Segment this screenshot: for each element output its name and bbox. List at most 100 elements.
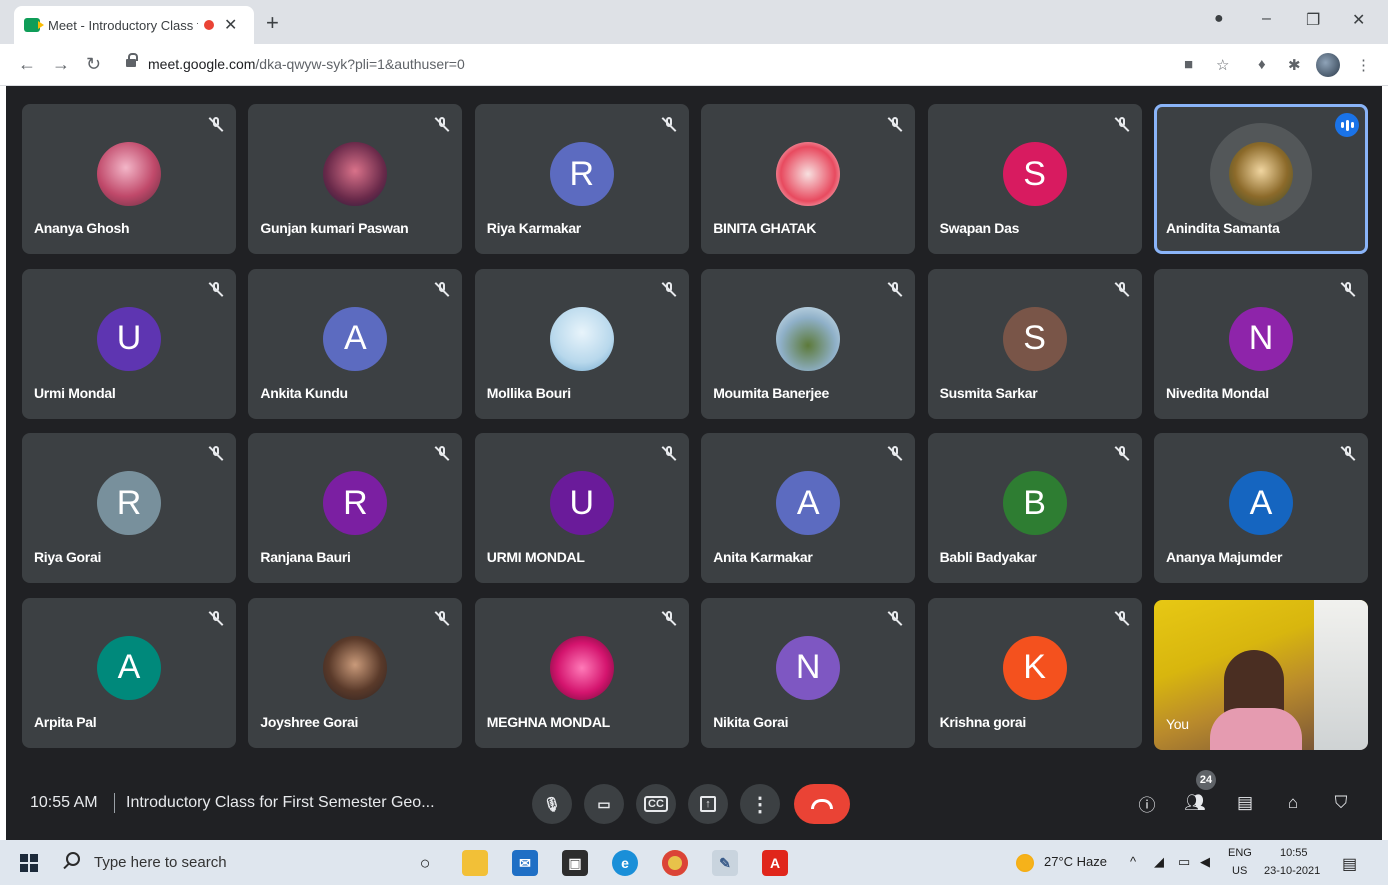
meeting-clock: 10:55 AM — [30, 794, 98, 811]
participant-initial-avatar: S — [1002, 306, 1067, 371]
participant-name: Krishna gorai — [939, 713, 1027, 730]
participant-tile[interactable]: K Krishna gorai — [927, 597, 1142, 748]
participant-tile[interactable]: R Riya Gorai — [22, 433, 236, 583]
meeting-details-info-icon[interactable]: ⓘ — [1134, 790, 1160, 816]
taskbar-date[interactable]: 23-10-2021 — [1264, 865, 1320, 877]
participant-tile[interactable]: U URMI MONDAL — [474, 433, 689, 583]
extensions-puzzle-icon[interactable]: ✱ — [1288, 56, 1301, 74]
participant-tile[interactable]: R Ranjana Bauri — [248, 433, 463, 583]
participant-tile[interactable]: B Babli Badyakar — [927, 433, 1142, 583]
participant-photo-avatar — [97, 142, 161, 206]
notifications-icon[interactable]: ▤ — [1342, 854, 1357, 874]
muted-microphone-icon — [1340, 445, 1356, 461]
camera-button[interactable]: ▭ — [584, 784, 624, 824]
taskbar-time[interactable]: 10:55 — [1280, 847, 1308, 859]
store-icon[interactable]: ▣ — [562, 850, 588, 876]
captions-button[interactable]: CC — [636, 784, 676, 824]
meet-control-bar: 10:55 AM Introductory Class for First Se… — [6, 766, 1382, 840]
taskbar-search-input[interactable]: Type here to search — [94, 854, 227, 871]
maximize-button[interactable]: ❐ — [1306, 10, 1320, 30]
participant-tile[interactable]: N Nikita Gorai — [701, 597, 916, 748]
camera-icon: ▭ — [597, 795, 611, 812]
close-window-button[interactable]: ✕ — [1352, 10, 1365, 30]
activities-icon[interactable]: ⌂ — [1280, 790, 1306, 816]
self-video-tile[interactable]: You — [1154, 600, 1368, 750]
more-options-button[interactable]: ⋮ — [740, 784, 780, 824]
participant-tile[interactable]: N Nivedita Mondal — [1154, 268, 1368, 419]
participant-tile[interactable]: A Ankita Kundu — [248, 268, 463, 419]
participant-tile[interactable]: R Riya Karmakar — [474, 104, 689, 254]
participant-tile[interactable]: BINITA GHATAK — [701, 104, 916, 254]
chat-icon[interactable]: ▤ — [1232, 790, 1258, 816]
browser-tab[interactable]: Meet - Introductory Class fo ✕ — [14, 6, 254, 44]
url-field[interactable]: meet.google.com/dka-qwyw-syk?pli=1&authu… — [148, 56, 465, 72]
participant-tile[interactable]: Anindita Samanta — [1154, 104, 1368, 254]
participant-tile[interactable]: Ananya Ghosh — [22, 104, 236, 254]
participant-tile[interactable]: S Susmita Sarkar — [927, 268, 1142, 419]
profile-menu-icon[interactable]: ● — [1214, 10, 1224, 28]
camera-indicator-icon[interactable]: ■ — [1184, 56, 1193, 73]
muted-microphone-icon — [1114, 116, 1130, 132]
microphone-button[interactable]: 🎙︎ — [532, 784, 572, 824]
profile-avatar[interactable] — [1316, 53, 1340, 77]
address-bar: ← → ↻ meet.google.com/dka-qwyw-syk?pli=1… — [0, 44, 1388, 86]
windows-start-icon[interactable] — [20, 854, 38, 872]
windows-taskbar: Type here to search ○ ✉ ▣ e ✎ A 27°C Haz… — [0, 840, 1388, 885]
bookmark-star-icon[interactable]: ☆ — [1216, 56, 1229, 74]
mail-icon[interactable]: ✉ — [512, 850, 538, 876]
browser-menu-icon[interactable]: ⋮ — [1356, 56, 1371, 74]
present-screen-button[interactable]: ↑ — [688, 784, 728, 824]
paint-app-icon[interactable]: ✎ — [712, 850, 738, 876]
language-region[interactable]: US — [1232, 865, 1247, 877]
participant-initial-avatar: A — [97, 635, 161, 700]
host-controls-shield-icon[interactable]: ⛉ — [1328, 790, 1354, 816]
people-icon[interactable]: 👥︎ — [1182, 790, 1208, 816]
back-arrow-icon[interactable]: ← — [18, 54, 36, 75]
participant-tile[interactable]: A Anita Karmakar — [701, 433, 916, 583]
participant-tile[interactable]: S Swapan Das — [927, 104, 1142, 254]
file-explorer-icon[interactable] — [462, 850, 488, 876]
participant-tile[interactable]: Gunjan kumari Paswan — [248, 104, 463, 254]
minimize-button[interactable]: – — [1262, 10, 1271, 28]
participant-initial-avatar: R — [97, 471, 161, 535]
participant-name: Gunjan kumari Paswan — [260, 220, 409, 236]
end-call-button[interactable] — [794, 784, 850, 824]
browser-tab-bar: Meet - Introductory Class fo ✕ + ● – ❐ ✕ — [0, 0, 1388, 44]
battery-icon[interactable]: ▭ — [1178, 854, 1190, 870]
tray-overflow-icon[interactable]: ^ — [1130, 854, 1136, 869]
task-view-icon[interactable]: ○ — [412, 850, 438, 876]
participant-initial-avatar: B — [1002, 471, 1067, 535]
muted-microphone-icon — [1340, 281, 1356, 297]
speaking-indicator-icon — [1335, 113, 1359, 137]
forward-arrow-icon[interactable]: → — [52, 54, 70, 75]
language-code[interactable]: ENG — [1228, 847, 1252, 859]
url-domain: meet.google.com — [148, 56, 256, 72]
participant-tile[interactable]: A Ananya Majumder — [1154, 433, 1368, 583]
participant-tile[interactable]: Moumita Banerjee — [701, 268, 916, 419]
extension-icon[interactable]: ♦ — [1258, 56, 1266, 73]
participant-photo-avatar — [776, 142, 841, 206]
muted-microphone-icon — [1114, 610, 1130, 626]
muted-microphone-icon — [208, 116, 224, 132]
chrome-browser-icon[interactable] — [662, 850, 688, 876]
participant-tile[interactable]: MEGHNA MONDAL — [474, 597, 689, 748]
reload-icon[interactable]: ↻ — [86, 54, 101, 75]
participant-initial-avatar: U — [97, 306, 161, 371]
participant-name: Susmita Sarkar — [939, 384, 1038, 401]
network-icon[interactable]: ◢ — [1154, 854, 1164, 870]
participant-tile[interactable]: Joyshree Gorai — [248, 597, 463, 748]
lock-icon — [126, 53, 138, 69]
muted-microphone-icon — [887, 445, 903, 461]
muted-microphone-icon — [208, 610, 224, 626]
weather-text[interactable]: 27°C Haze — [1044, 854, 1107, 869]
tab-close-icon[interactable]: ✕ — [224, 15, 237, 35]
participant-tile[interactable]: A Arpita Pal — [22, 597, 236, 748]
participant-count-badge: 24 — [1196, 770, 1216, 790]
edge-browser-icon[interactable]: e — [612, 850, 638, 876]
participant-tile[interactable]: U Urmi Mondal — [22, 268, 236, 419]
pdf-reader-icon[interactable]: A — [762, 850, 788, 876]
new-tab-button[interactable]: + — [266, 10, 279, 36]
participant-tile[interactable]: Mollika Bouri — [474, 268, 689, 419]
volume-icon[interactable]: ◀︎ — [1200, 854, 1210, 870]
participant-name: Anindita Samanta — [1166, 220, 1280, 236]
